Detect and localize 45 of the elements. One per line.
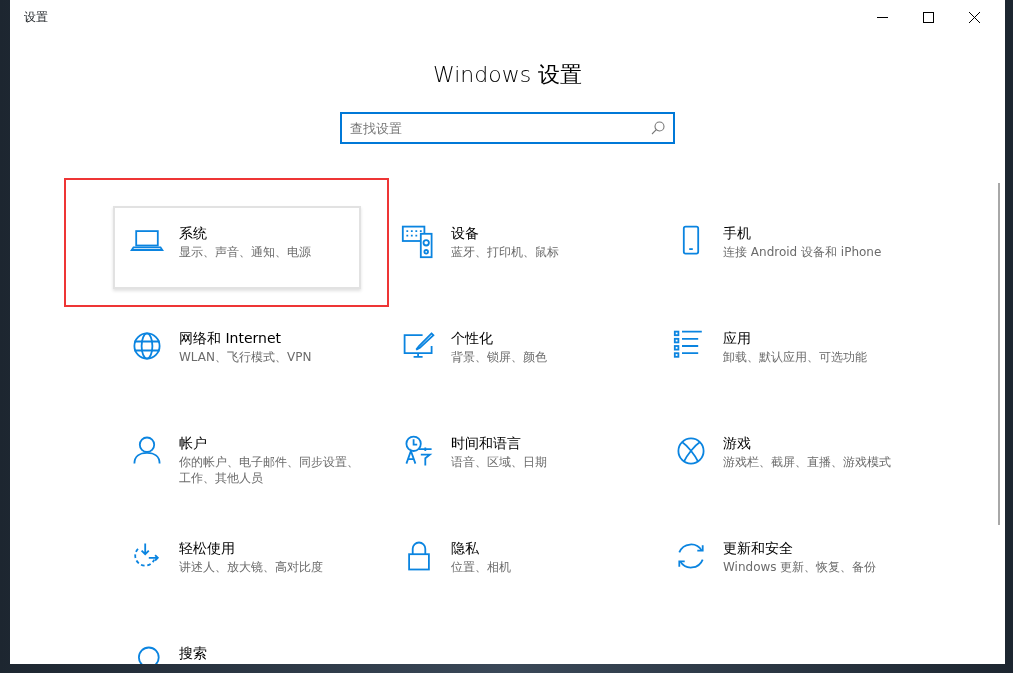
- tile-title: 设备: [451, 224, 480, 242]
- tile-description: 你的帐户、电子邮件、同步设置、工作、其他人员: [179, 454, 359, 486]
- tile-description: 背景、锁屏、颜色: [451, 349, 547, 365]
- tile-title: 轻松使用: [179, 539, 236, 557]
- tile-title: 系统: [179, 224, 208, 242]
- settings-tile[interactable]: 设备 蓝牙、打印机、鼠标: [385, 206, 633, 289]
- settings-tile[interactable]: 帐户 你的帐户、电子邮件、同步设置、工作、其他人员: [113, 416, 361, 499]
- settings-tile[interactable]: 搜索: [113, 626, 361, 664]
- tile-description: 卸载、默认应用、可选功能: [723, 349, 867, 365]
- settings-tile[interactable]: 更新和安全 Windows 更新、恢复、备份: [657, 521, 905, 604]
- search-field[interactable]: 查找设置: [340, 112, 675, 144]
- tile-title: 游戏: [723, 434, 752, 452]
- tile-description: 位置、相机: [451, 559, 511, 575]
- close-icon: [968, 11, 980, 23]
- tile-description: WLAN、飞行模式、VPN: [179, 349, 312, 365]
- tile-title: 网络和 Internet: [179, 329, 283, 347]
- tile-description: 语音、区域、日期: [451, 454, 547, 470]
- tile-description: 显示、声音、通知、电源: [179, 244, 311, 260]
- tile-title: 隐私: [451, 539, 480, 557]
- settings-tile[interactable]: 手机 连接 Android 设备和 iPhone: [657, 206, 905, 289]
- settings-tile[interactable]: 应用 卸载、默认应用、可选功能: [657, 311, 905, 394]
- scrollbar[interactable]: [998, 183, 1000, 525]
- tile-title: 帐户: [179, 434, 208, 452]
- tile-title: 时间和语言: [451, 434, 522, 452]
- settings-tile[interactable]: 轻松使用 讲述人、放大镜、高对比度: [113, 521, 361, 604]
- settings-tile[interactable]: 个性化 背景、锁屏、颜色: [385, 311, 633, 394]
- tile-title: 应用: [723, 329, 752, 347]
- tile-title: 手机: [723, 224, 752, 242]
- settings-tile[interactable]: 系统 显示、声音、通知、电源: [113, 206, 361, 289]
- tile-description: 蓝牙、打印机、鼠标: [451, 244, 559, 260]
- settings-tile[interactable]: 游戏 游戏栏、截屏、直播、游戏模式: [657, 416, 905, 499]
- settings-tile[interactable]: 时间和语言 语音、区域、日期: [385, 416, 633, 499]
- page-heading: Windows 设置: [431, 61, 584, 89]
- window-title: 设置: [24, 9, 48, 26]
- tile-title: 更新和安全: [723, 539, 794, 557]
- tile-description: 连接 Android 设备和 iPhone: [723, 244, 882, 260]
- search-icon: [651, 121, 665, 135]
- tile-title: 个性化: [451, 329, 494, 347]
- maximize-icon: [922, 11, 934, 23]
- tile-description: Windows 更新、恢复、备份: [723, 559, 877, 575]
- settings-tile[interactable]: 网络和 Internet WLAN、飞行模式、VPN: [113, 311, 361, 394]
- tile-description: 游戏栏、截屏、直播、游戏模式: [723, 454, 891, 470]
- settings-tile[interactable]: 隐私 位置、相机: [385, 521, 633, 604]
- tile-description: 讲述人、放大镜、高对比度: [179, 559, 323, 575]
- tile-title: 搜索: [179, 644, 207, 662]
